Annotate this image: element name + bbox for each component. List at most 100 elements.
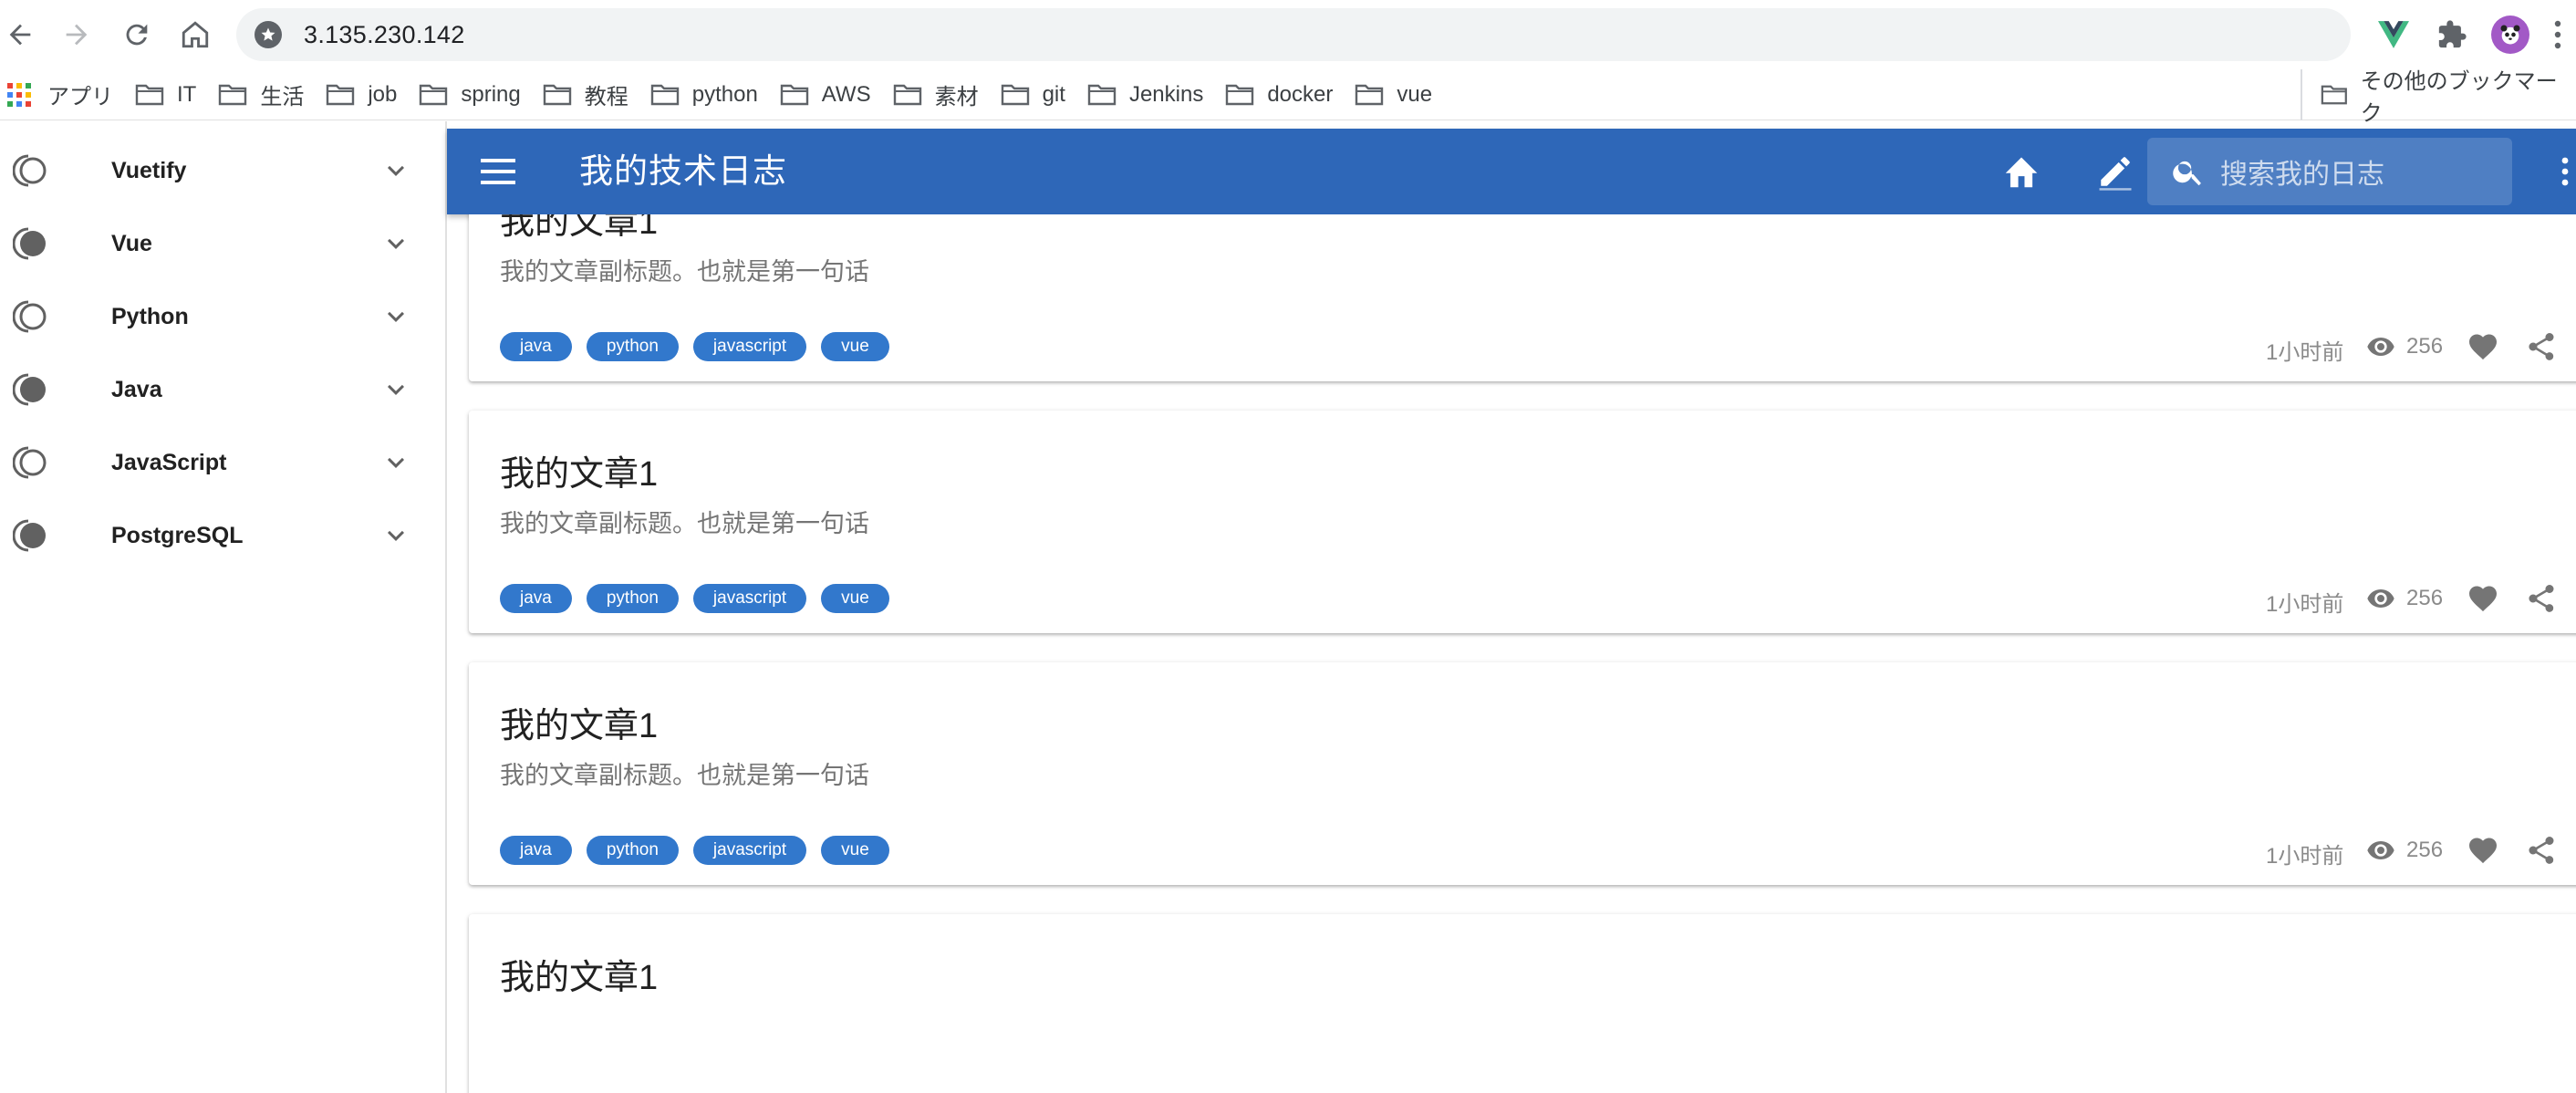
article-card[interactable]: 我的文章1 我的文章副标题。也就是第一句话 java python javascript…	[469, 662, 2576, 885]
bookmark-folder[interactable]: IT	[126, 69, 209, 120]
sidebar-item-label: Python	[111, 303, 189, 329]
folder-icon	[543, 84, 571, 105]
folder-icon	[893, 84, 921, 105]
chevron-down-icon[interactable]	[379, 227, 412, 260]
bookmark-label: docker	[1267, 81, 1334, 107]
circle-filled-icon	[13, 373, 46, 406]
site-info-icon[interactable]	[254, 21, 282, 48]
folder-icon	[650, 84, 679, 105]
bookmark-folder[interactable]: Jenkins	[1078, 69, 1216, 120]
extensions-button[interactable]	[2423, 0, 2481, 69]
bookmark-label: 生活	[260, 85, 305, 109]
bookmark-folder[interactable]: 生活	[209, 69, 317, 120]
article-title[interactable]: 我的文章1	[500, 697, 658, 747]
article-tags: java python javascript vue	[500, 836, 904, 865]
heart-icon[interactable]	[2467, 834, 2499, 867]
tag-chip[interactable]: python	[586, 836, 679, 865]
bookmark-apps[interactable]: アプリ	[0, 69, 126, 120]
vue-devtools-extension[interactable]	[2364, 0, 2423, 69]
bookmark-folder[interactable]: python	[641, 69, 771, 120]
sidebar-item-vuetify[interactable]: Vuetify	[0, 134, 447, 207]
post-time: 1小时前	[2266, 844, 2344, 869]
sidebar-item-python[interactable]: Python	[0, 280, 447, 353]
sidebar-item-postgresql[interactable]: PostgreSQL	[0, 499, 447, 572]
url-text[interactable]: 3.135.230.142	[304, 21, 465, 49]
tag-chip[interactable]: java	[500, 584, 572, 613]
browser-menu-button[interactable]	[2540, 0, 2576, 69]
tag-chip[interactable]: vue	[821, 584, 889, 613]
bookmark-folder[interactable]: vue	[1345, 69, 1445, 120]
chevron-down-icon[interactable]	[379, 446, 412, 479]
tag-chip[interactable]: javascript	[692, 584, 807, 613]
bookmark-label: IT	[177, 81, 197, 107]
article-meta: 1小时前 256	[2266, 580, 2576, 617]
address-bar[interactable]: 3.135.230.142	[236, 8, 2351, 61]
profile-button[interactable]	[2481, 0, 2540, 69]
circle-outline-icon	[13, 154, 47, 187]
write-button[interactable]	[2093, 150, 2137, 193]
chevron-down-icon[interactable]	[379, 373, 412, 406]
folder-icon	[420, 84, 448, 105]
bookmark-label: 教程	[584, 85, 628, 109]
arrow-right-icon	[66, 24, 88, 46]
extensions-area	[2364, 0, 2576, 69]
tag-chip[interactable]: python	[586, 584, 679, 613]
back-button[interactable]	[0, 0, 49, 69]
sidebar-item-label: Vue	[111, 230, 152, 256]
article-title[interactable]: 我的文章1	[500, 214, 658, 244]
bookmark-folder[interactable]: git	[992, 69, 1078, 120]
forward-button[interactable]	[47, 0, 106, 69]
article-subtitle: 我的文章副标题。也就是第一句话	[500, 510, 869, 537]
sidebar-item-vue[interactable]: Vue	[0, 207, 447, 280]
home-button[interactable]	[166, 0, 224, 69]
bookmark-folder[interactable]: docker	[1216, 69, 1345, 120]
bookmark-label: AWS	[821, 81, 871, 107]
article-title[interactable]: 我的文章1	[500, 445, 658, 495]
article-meta: 1小时前 256	[2266, 832, 2576, 869]
bookmark-label: git	[1042, 81, 1065, 107]
sidebar-item-java[interactable]: Java	[0, 353, 447, 426]
bookmark-folder[interactable]: spring	[410, 69, 533, 120]
other-bookmarks[interactable]: その他のブックマーク	[2301, 69, 2576, 126]
bookmark-label: job	[368, 81, 398, 107]
article-meta: 1小时前 256	[2266, 328, 2576, 365]
share-icon[interactable]	[2525, 330, 2558, 363]
tag-chip[interactable]: java	[500, 332, 572, 361]
tag-chip[interactable]: vue	[821, 836, 889, 865]
search-field[interactable]: 搜索我的日志	[2147, 138, 2512, 205]
reload-button[interactable]	[108, 0, 166, 69]
article-title[interactable]: 我的文章1	[500, 949, 658, 999]
hamburger-menu-icon	[481, 159, 515, 184]
bookmark-folder[interactable]: 教程	[534, 69, 641, 120]
view-count: 256	[2406, 334, 2444, 359]
share-icon[interactable]	[2525, 834, 2558, 867]
article-card[interactable]: 我的文章1	[469, 914, 2576, 1093]
home-nav-button[interactable]	[2000, 150, 2043, 193]
bookmark-label: 素材	[934, 85, 979, 109]
more-vertical-icon	[2561, 157, 2569, 186]
tag-chip[interactable]: python	[586, 332, 679, 361]
web-page: Vuetify Vue Python Java JavaScript PostgreSQL…	[0, 121, 2576, 1093]
bookmark-folder[interactable]: AWS	[771, 69, 884, 120]
bookmark-folder[interactable]: 素材	[884, 69, 992, 120]
sidebar-item-javascript[interactable]: JavaScript	[0, 426, 447, 499]
more-options-button[interactable]	[2554, 150, 2576, 193]
tag-chip[interactable]: java	[500, 836, 572, 865]
tag-chip[interactable]: javascript	[692, 332, 807, 361]
heart-icon[interactable]	[2467, 582, 2499, 615]
bookmark-folder[interactable]: job	[317, 69, 410, 120]
menu-button[interactable]	[476, 150, 520, 193]
article-card[interactable]: 我的文章1 我的文章副标题。也就是第一句话 java python javascript…	[469, 214, 2576, 381]
folder-icon	[219, 84, 247, 105]
heart-icon[interactable]	[2467, 330, 2499, 363]
sidebar-item-label: Vuetify	[111, 157, 187, 183]
chevron-down-icon[interactable]	[379, 300, 412, 333]
tag-chip[interactable]: javascript	[692, 836, 807, 865]
folder-icon	[327, 84, 355, 105]
chevron-down-icon[interactable]	[379, 154, 412, 187]
share-icon[interactable]	[2525, 582, 2558, 615]
article-card[interactable]: 我的文章1 我的文章副标题。也就是第一句话 java python javascript…	[469, 411, 2576, 633]
tag-chip[interactable]: vue	[821, 332, 889, 361]
chevron-down-icon[interactable]	[379, 519, 412, 552]
sidebar-item-label: Java	[111, 376, 162, 402]
